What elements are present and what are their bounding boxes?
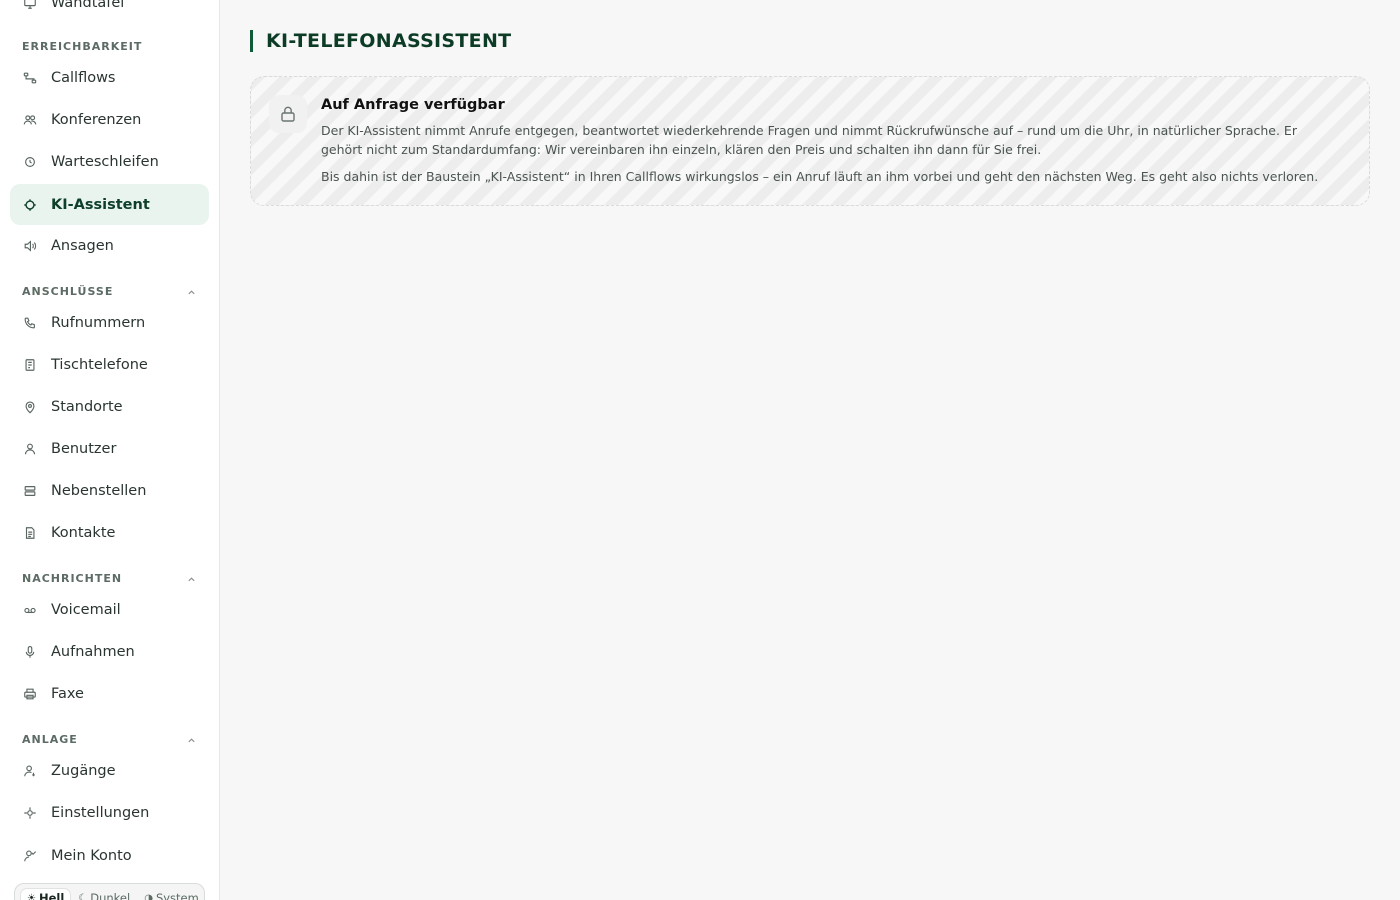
sidebar-item-rufnummern[interactable]: Rufnummern: [10, 302, 209, 343]
printer-icon: [22, 686, 38, 702]
voicemail-icon: [22, 602, 38, 618]
sidebar-item-label: Mein Konto: [51, 847, 132, 864]
sidebar-item-zugaenge[interactable]: Zugänge: [10, 750, 209, 791]
ai-icon: [22, 197, 38, 213]
theme-option-dunkel[interactable]: ☾ Dunkel: [72, 889, 136, 900]
sidebar-item-wandtafel[interactable]: Wandtafel: [10, 0, 209, 23]
speaker-icon: [22, 238, 38, 254]
sidebar-item-standorte[interactable]: Standorte: [10, 386, 209, 427]
section-title-nachrichten: NACHRICHTEN: [22, 572, 123, 585]
sidebar-item-label: Nebenstellen: [51, 482, 147, 499]
page-title: KI-TELEFONASSISTENT: [250, 30, 511, 52]
sidebar: Wandtafel ERREICHBARKEIT Callflows Konfe…: [0, 0, 220, 900]
chevron-up-icon[interactable]: [186, 735, 196, 745]
sidebar-item-nebenstellen[interactable]: Nebenstellen: [10, 470, 209, 511]
monitor-icon: [22, 0, 38, 11]
flow-icon: [22, 70, 38, 86]
sidebar-item-label: Tischtelefone: [51, 356, 148, 373]
sidebar-item-einstellungen[interactable]: Einstellungen: [10, 792, 209, 833]
sidebar-item-konferenzen[interactable]: Konferenzen: [10, 99, 209, 140]
contacts-icon: [22, 525, 38, 541]
sidebar-item-label: Benutzer: [51, 440, 117, 457]
sidebar-item-label: KI-Assistent: [51, 196, 150, 213]
section-title-anlage: ANLAGE: [22, 733, 78, 746]
user-icon: [22, 441, 38, 457]
phone-icon: [22, 315, 38, 331]
sidebar-item-label: Ansagen: [51, 237, 114, 254]
theme-option-label: Hell: [38, 891, 65, 900]
half-circle-icon: ◑: [144, 892, 153, 900]
sidebar-item-kontakte[interactable]: Kontakte: [10, 512, 209, 553]
main-content: KI-TELEFONASSISTENT Auf Anfrage verfügba…: [220, 0, 1400, 900]
sidebar-item-label: Aufnahmen: [51, 643, 135, 660]
server-icon: [22, 483, 38, 499]
sidebar-item-callflows[interactable]: Callflows: [10, 57, 209, 98]
chevron-up-icon[interactable]: [186, 287, 196, 297]
theme-option-system[interactable]: ◑ System: [138, 889, 205, 900]
map-pin-icon: [22, 399, 38, 415]
sidebar-item-label: Kontakte: [51, 524, 116, 541]
sidebar-item-voicemail[interactable]: Voicemail: [10, 589, 209, 630]
users-icon: [22, 112, 38, 128]
settings-icon: [22, 805, 38, 821]
sidebar-item-benutzer[interactable]: Benutzer: [10, 428, 209, 469]
sidebar-item-label: Einstellungen: [51, 804, 150, 821]
sun-icon: ☀: [27, 892, 36, 900]
sidebar-item-ki-assistent[interactable]: KI-Assistent: [10, 184, 209, 225]
chevron-up-icon[interactable]: [186, 574, 196, 584]
sidebar-item-label: Callflows: [51, 69, 116, 86]
sidebar-item-aufnahmen[interactable]: Aufnahmen: [10, 631, 209, 672]
sidebar-item-tischtelefone[interactable]: Tischtelefone: [10, 344, 209, 385]
sidebar-item-ansagen[interactable]: Ansagen: [10, 225, 209, 266]
card-title: Auf Anfrage verfügbar: [321, 97, 505, 113]
user-key-icon: [22, 763, 38, 779]
sidebar-item-label: Wandtafel: [51, 0, 125, 11]
clock-icon: [22, 154, 38, 170]
theme-option-label: Dunkel: [90, 891, 131, 900]
card-paragraph: Bis dahin ist der Baustein „KI-Assistent…: [321, 169, 1319, 184]
sidebar-item-label: Voicemail: [51, 601, 121, 618]
theme-switcher: ☀ Hell ☾ Dunkel ◑ System: [14, 883, 205, 900]
sidebar-item-warteschleifen[interactable]: Warteschleifen: [10, 141, 209, 182]
user-check-icon: [22, 848, 38, 864]
availability-notice-card: Auf Anfrage verfügbar Der KI-Assistent n…: [250, 76, 1370, 206]
lock-icon: [269, 95, 307, 133]
mic-icon: [22, 644, 38, 660]
desk-phone-icon: [22, 357, 38, 373]
sidebar-item-label: Standorte: [51, 398, 123, 415]
sidebar-item-label: Rufnummern: [51, 314, 146, 331]
theme-option-label: System: [155, 891, 199, 900]
sidebar-item-mein-konto[interactable]: Mein Konto: [10, 835, 209, 876]
sidebar-item-faxe[interactable]: Faxe: [10, 673, 209, 714]
theme-option-hell[interactable]: ☀ Hell: [21, 889, 71, 900]
section-title-erreichbarkeit: ERREICHBARKEIT: [22, 40, 143, 53]
moon-icon: ☾: [78, 892, 88, 900]
card-paragraph: Der KI-Assistent nimmt Anrufe entgegen, …: [321, 123, 1297, 157]
sidebar-item-label: Zugänge: [51, 762, 116, 779]
sidebar-item-label: Konferenzen: [51, 111, 142, 128]
sidebar-item-label: Faxe: [51, 685, 84, 702]
sidebar-item-label: Warteschleifen: [51, 153, 159, 170]
section-title-anschluesse: ANSCHLÜSSE: [22, 285, 114, 298]
